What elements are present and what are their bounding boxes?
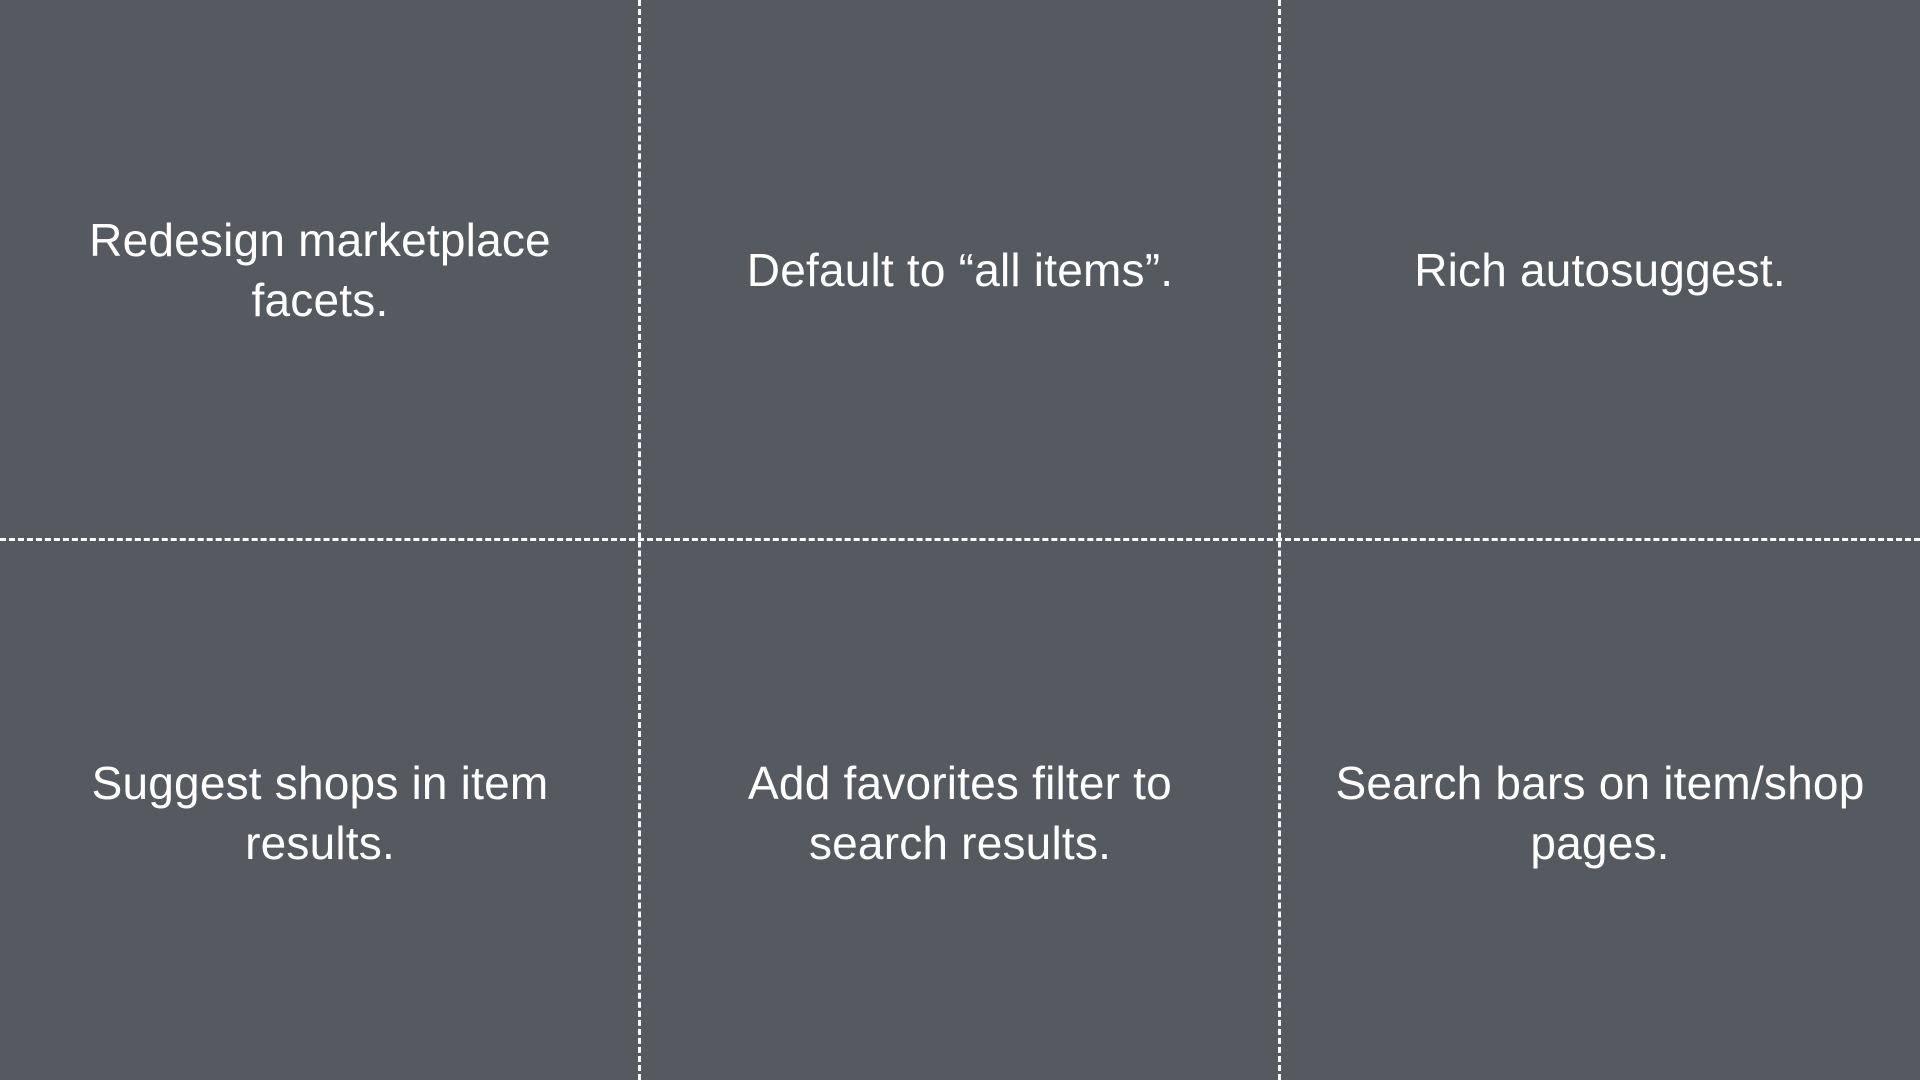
horizontal-divider [0,538,1920,541]
cell-redesign-marketplace-facets: Redesign marketplace facets. [0,0,640,540]
cell-search-bars: Search bars on item/shop pages. [1280,540,1920,1080]
cell-text: Default to “all items”. [746,244,1174,296]
slide: Redesign marketplace facets. Default to … [0,0,1920,1080]
cell-text: Search bars on item/shop pages. [1335,757,1865,869]
cell-text: Redesign marketplace facets. [89,214,551,326]
cell-default-all-items: Default to “all items”. [640,0,1280,540]
cell-text: Add favorites filter to search results. [748,757,1172,869]
cell-favorites-filter: Add favorites filter to search results. [640,540,1280,1080]
cell-text: Suggest shops in item results. [91,757,549,869]
cell-suggest-shops: Suggest shops in item results. [0,540,640,1080]
cell-rich-autosuggest: Rich autosuggest. [1280,0,1920,540]
cell-text: Rich autosuggest. [1414,244,1786,296]
